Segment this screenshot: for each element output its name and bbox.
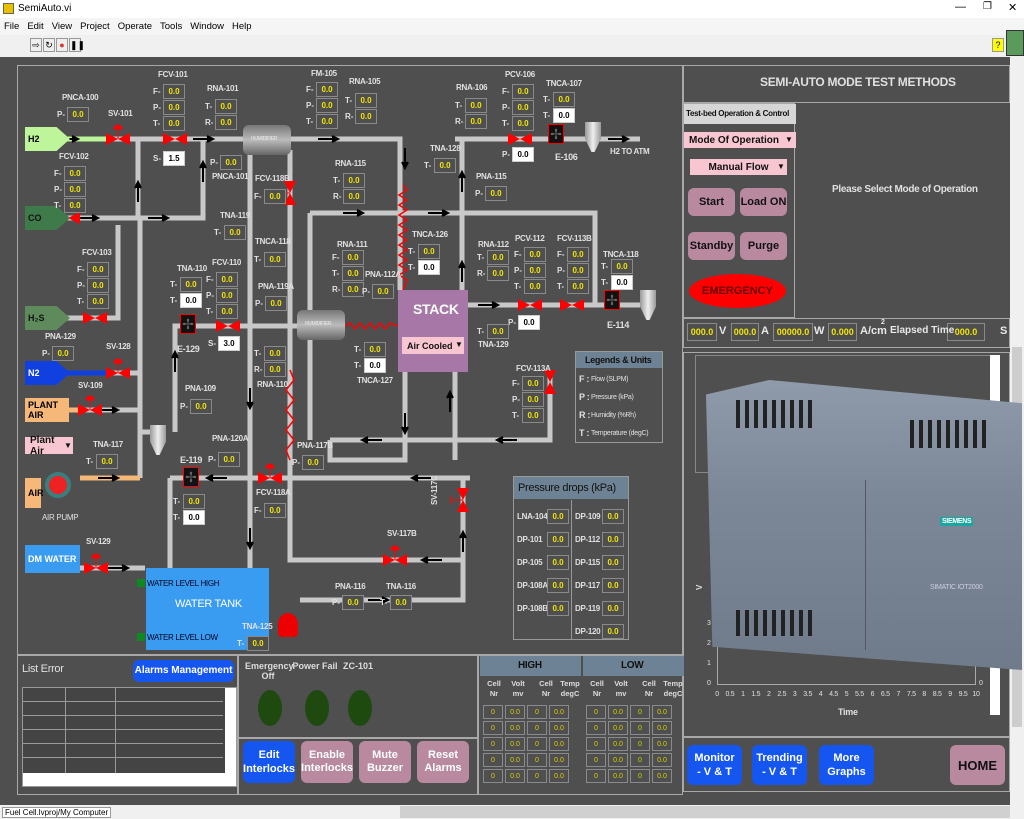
measure-value[interactable]: 0.0 xyxy=(180,293,202,308)
valve-icon[interactable] xyxy=(560,299,584,311)
start-button[interactable]: Start xyxy=(688,188,735,216)
fcv-102-valve[interactable] xyxy=(56,212,80,224)
emergency-button[interactable]: EMERGENCY xyxy=(689,274,786,308)
fcv-110-valve[interactable] xyxy=(216,320,240,332)
alarms-management-button[interactable]: Alarms Management xyxy=(133,660,234,682)
monitor-vt-button[interactable]: Monitor - V & T xyxy=(687,745,742,785)
fcv-118a-valve[interactable] xyxy=(258,463,282,484)
pcv-112-valve[interactable] xyxy=(518,299,542,311)
valve-icon[interactable] xyxy=(216,320,240,332)
fcv-101-valve[interactable] xyxy=(163,133,187,145)
valve-icon[interactable] xyxy=(508,133,532,145)
dropdown-arrow-icon[interactable]: ▼ xyxy=(785,135,793,144)
mode-select[interactable]: Mode Of Operation xyxy=(684,132,796,148)
sv-128-valve[interactable] xyxy=(106,358,130,379)
pcv-106-valve[interactable] xyxy=(508,133,532,145)
sv-117c-valve[interactable] xyxy=(450,488,469,512)
sv-129-valve[interactable] xyxy=(84,553,108,574)
dropdown-arrow-icon[interactable]: ▼ xyxy=(64,441,72,450)
valve-icon[interactable] xyxy=(544,370,556,394)
flow-select[interactable]: Manual Flow xyxy=(690,159,787,175)
valve-icon[interactable] xyxy=(83,312,107,324)
measure-value[interactable]: 0.0 xyxy=(512,147,534,162)
reset-alarms-button[interactable]: Reset Alarms xyxy=(417,741,469,783)
edit-interlocks-button[interactable]: Edit Interlocks xyxy=(243,741,295,783)
measure-value[interactable]: 0.0 xyxy=(364,358,386,373)
error-list-hscrollbar[interactable] xyxy=(23,773,236,786)
enable-interlocks-button[interactable]: Enable Interlocks xyxy=(301,741,353,783)
measure-value[interactable]: 0.0 xyxy=(418,260,440,275)
fcv-118b-valve[interactable] xyxy=(277,181,296,205)
load-on-button[interactable]: Load ON xyxy=(740,188,787,216)
dropdown-arrow-icon[interactable]: ▼ xyxy=(777,162,785,171)
measure-value[interactable]: 3.0 xyxy=(218,336,240,351)
more-graphs-button[interactable]: More Graphs xyxy=(819,745,874,785)
standby-button[interactable]: Standby xyxy=(688,232,735,260)
pipe xyxy=(300,478,466,603)
trending-vt-button[interactable]: Trending - V & T xyxy=(752,745,807,785)
sv-117b-valve[interactable] xyxy=(383,545,407,566)
flow-arrow-icon xyxy=(446,389,454,412)
sv-101-valve[interactable] xyxy=(106,124,130,145)
flow-arrow-icon xyxy=(401,148,409,171)
pipe xyxy=(60,225,121,321)
valve-icon[interactable] xyxy=(56,212,80,224)
measure-value[interactable]: 0.0 xyxy=(183,510,205,525)
sv-109-valve[interactable] xyxy=(78,395,102,416)
fcv-103-valve[interactable] xyxy=(83,312,107,324)
error-list-scrollbar[interactable] xyxy=(225,688,236,773)
measure-value[interactable]: 0.0 xyxy=(611,275,633,290)
pipe xyxy=(330,370,553,443)
fcv-113a-valve[interactable] xyxy=(544,370,556,394)
measure-value[interactable]: 0.0 xyxy=(553,108,575,123)
purge-button[interactable]: Purge xyxy=(740,232,787,260)
pipe xyxy=(310,210,598,305)
chart-scrollbar[interactable] xyxy=(990,355,1000,715)
measure-value[interactable]: 1.5 xyxy=(163,151,185,166)
mute-buzzer-button[interactable]: Mute Buzzer xyxy=(359,741,411,783)
measure-value[interactable]: 0.0 xyxy=(518,315,540,330)
valve-icon[interactable] xyxy=(163,133,187,145)
heater-trace xyxy=(344,321,399,331)
pipe xyxy=(327,372,408,463)
error-list[interactable] xyxy=(22,687,237,787)
fcv-113b-valve[interactable] xyxy=(560,299,584,311)
valve-icon[interactable] xyxy=(518,299,542,311)
home-button[interactable]: HOME xyxy=(950,745,1005,785)
dropdown-arrow-icon[interactable]: ▼ xyxy=(455,340,463,349)
